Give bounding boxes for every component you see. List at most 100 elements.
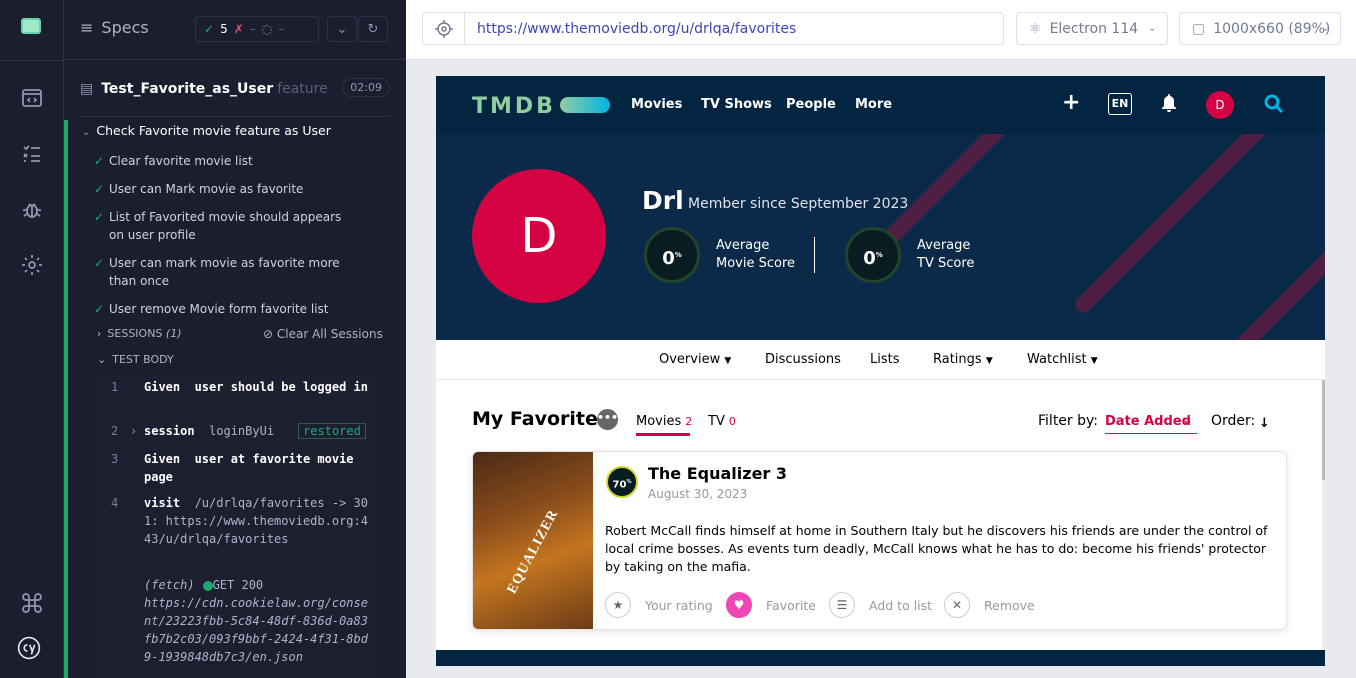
viewport-selector[interactable]: ▢ 1000x660 (89%) ⌄ (1179, 12, 1341, 45)
clear-sessions-label: Clear All Sessions (276, 327, 383, 341)
failed-x-icon: ✗ (233, 22, 244, 36)
suite-title[interactable]: ⌄ Check Favorite movie feature as User (82, 123, 331, 138)
suite-title-text: Check Favorite movie feature as User (96, 123, 331, 138)
settings-gear-icon[interactable] (20, 253, 44, 277)
test-item[interactable]: ✓ User can Mark movie as favorite (94, 180, 354, 198)
sessions-toggle[interactable]: › SESSIONS (1) (97, 327, 182, 340)
member-since: Member since September 2023 (688, 196, 909, 212)
filter-value: Date Added (1105, 414, 1191, 429)
tab-discussions[interactable]: Discussions (765, 352, 841, 367)
score-label-line: Movie Score (716, 256, 796, 271)
nav-tv-shows[interactable]: TV Shows (701, 97, 772, 112)
ruler-icon: ▢ (1192, 20, 1206, 37)
scrollbar-thumb[interactable] (1322, 380, 1325, 480)
test-stats: ✓ 5 ✗ – ◌ – (195, 16, 319, 42)
score-label-line: Average (917, 238, 971, 253)
profile-header: D Drl Member since September 2023 0% Ave… (436, 134, 1325, 340)
nav-more[interactable]: More (855, 97, 892, 112)
test-item[interactable]: ✓ List of Favorited movie should appears … (94, 208, 354, 244)
pass-check-icon: ✓ (94, 182, 105, 196)
command-text: user should be logged in (194, 380, 368, 394)
tmdb-footer (436, 650, 1325, 666)
tab-ratings[interactable]: Ratings ▼ (933, 352, 993, 367)
test-body-toggle[interactable]: ⌄ TEST BODY (97, 353, 174, 366)
spec-divider (80, 116, 390, 117)
profile-avatar[interactable]: D (472, 169, 606, 303)
keyboard-shortcuts-icon[interactable] (20, 591, 44, 615)
url-text[interactable]: https://www.themoviedb.org/u/drlqa/favor… (465, 21, 796, 37)
nav-movies[interactable]: Movies (631, 97, 682, 112)
command-log: 1 Given user should be logged in 2 › ses… (94, 376, 375, 678)
more-options-button[interactable]: ••• (597, 409, 618, 430)
specs-toggle[interactable]: ≡ Specs (80, 18, 149, 37)
remove-button[interactable]: ✕ Remove (944, 592, 1035, 618)
no-entry-icon: ⊘ (263, 327, 274, 341)
movie-overview: Robert McCall finds himself at home in S… (605, 523, 1268, 574)
command-number: 4 (111, 496, 119, 510)
add-to-list-button[interactable]: ☰ Add to list (829, 592, 932, 618)
tmdb-logo[interactable]: TMDB (472, 94, 556, 119)
browser-selector[interactable]: ⚛ Electron 114 ⌄ (1016, 12, 1168, 45)
search-icon[interactable] (1264, 94, 1284, 118)
action-label: Your rating (645, 597, 713, 613)
viewport-size: 1000x660 (89%) (1213, 20, 1331, 37)
collapse-chevron-button[interactable]: ⌄ (327, 16, 357, 42)
specs-label: Specs (101, 18, 149, 37)
profile-tabs: Overview ▼ Discussions Lists Ratings ▼ W… (436, 340, 1325, 380)
failed-count: – (249, 22, 256, 36)
pass-check-icon: ✓ (94, 154, 105, 168)
test-item[interactable]: ✓ User can mark movie as favorite more th… (94, 254, 354, 290)
action-label: Add to list (869, 597, 933, 613)
command-keyword: session (144, 424, 195, 438)
nav-people[interactable]: People (786, 97, 836, 112)
movie-score-label: Average Movie Score (716, 237, 795, 273)
notification-bell-icon[interactable] (1162, 94, 1176, 112)
favorites-tab-tv[interactable]: TV 0 (708, 414, 736, 429)
sort-order-arrow-icon[interactable]: ↓ (1259, 416, 1270, 431)
pending-circle-icon: ◌ (261, 22, 273, 36)
tab-overview[interactable]: Overview ▼ (659, 352, 731, 367)
profile-name[interactable]: Drl (642, 186, 684, 215)
action-label: Favorite (766, 597, 816, 613)
your-rating-button[interactable]: ★ Your rating (605, 592, 713, 618)
percent-sign: % (674, 251, 682, 259)
tab-lists[interactable]: Lists (870, 352, 900, 367)
url-bar[interactable]: https://www.themoviedb.org/u/drlqa/favor… (422, 12, 1004, 45)
command-keyword: Given (144, 452, 181, 466)
rerun-button[interactable]: ↻ (358, 16, 388, 42)
command-row[interactable]: 1 Given user should be logged in (94, 378, 375, 414)
percent-sign: % (626, 479, 632, 485)
score-value: 70 (612, 479, 627, 491)
app-under-test: TMDB Movies TV Shows People More + EN D … (436, 76, 1325, 666)
clear-all-sessions-button[interactable]: ⊘ Clear All Sessions (263, 327, 383, 341)
selector-playground-crosshair-icon[interactable] (423, 13, 465, 44)
page-scrollbar[interactable] (1322, 380, 1325, 650)
test-item[interactable]: ✓ Clear favorite movie list (94, 152, 354, 170)
spec-duration: 02:09 (342, 78, 390, 97)
tab-label: Overview (659, 352, 721, 367)
command-number: 1 (111, 380, 119, 394)
test-item[interactable]: ✓ User remove Movie form favorite list (94, 300, 354, 318)
command-url: https://cdn.cookielaw.org/consent/23223f… (144, 596, 368, 664)
specs-icon[interactable] (20, 86, 44, 110)
favorites-tab-movies[interactable]: Movies 2 (636, 414, 692, 429)
filter-dropdown[interactable]: Date Added ⌄ (1105, 413, 1197, 434)
movie-poster[interactable]: EQUALIZER (473, 452, 593, 629)
favorite-button[interactable]: ♥ Favorite (726, 592, 816, 618)
tmdb-logo-pill (560, 97, 610, 113)
debug-bug-icon[interactable] (20, 198, 44, 222)
tab-label: TV (708, 414, 725, 429)
movie-title[interactable]: The Equalizer 3 (648, 464, 787, 483)
cypress-app-icon[interactable] (21, 18, 41, 34)
list-icon: ☰ (829, 592, 855, 618)
score-divider (814, 237, 815, 273)
runs-icon[interactable] (20, 141, 44, 165)
spec-title: ▤ Test_Favorite_as_User feature 02:09 (80, 72, 390, 106)
language-button[interactable]: EN (1108, 93, 1132, 115)
user-avatar[interactable]: D (1206, 91, 1234, 119)
restored-badge: restored (298, 423, 366, 439)
tab-watchlist[interactable]: Watchlist ▼ (1027, 352, 1098, 367)
filter-label: Filter by: (1038, 413, 1098, 429)
tab-label: Watchlist (1027, 352, 1087, 367)
add-plus-icon[interactable]: + (1062, 90, 1080, 115)
